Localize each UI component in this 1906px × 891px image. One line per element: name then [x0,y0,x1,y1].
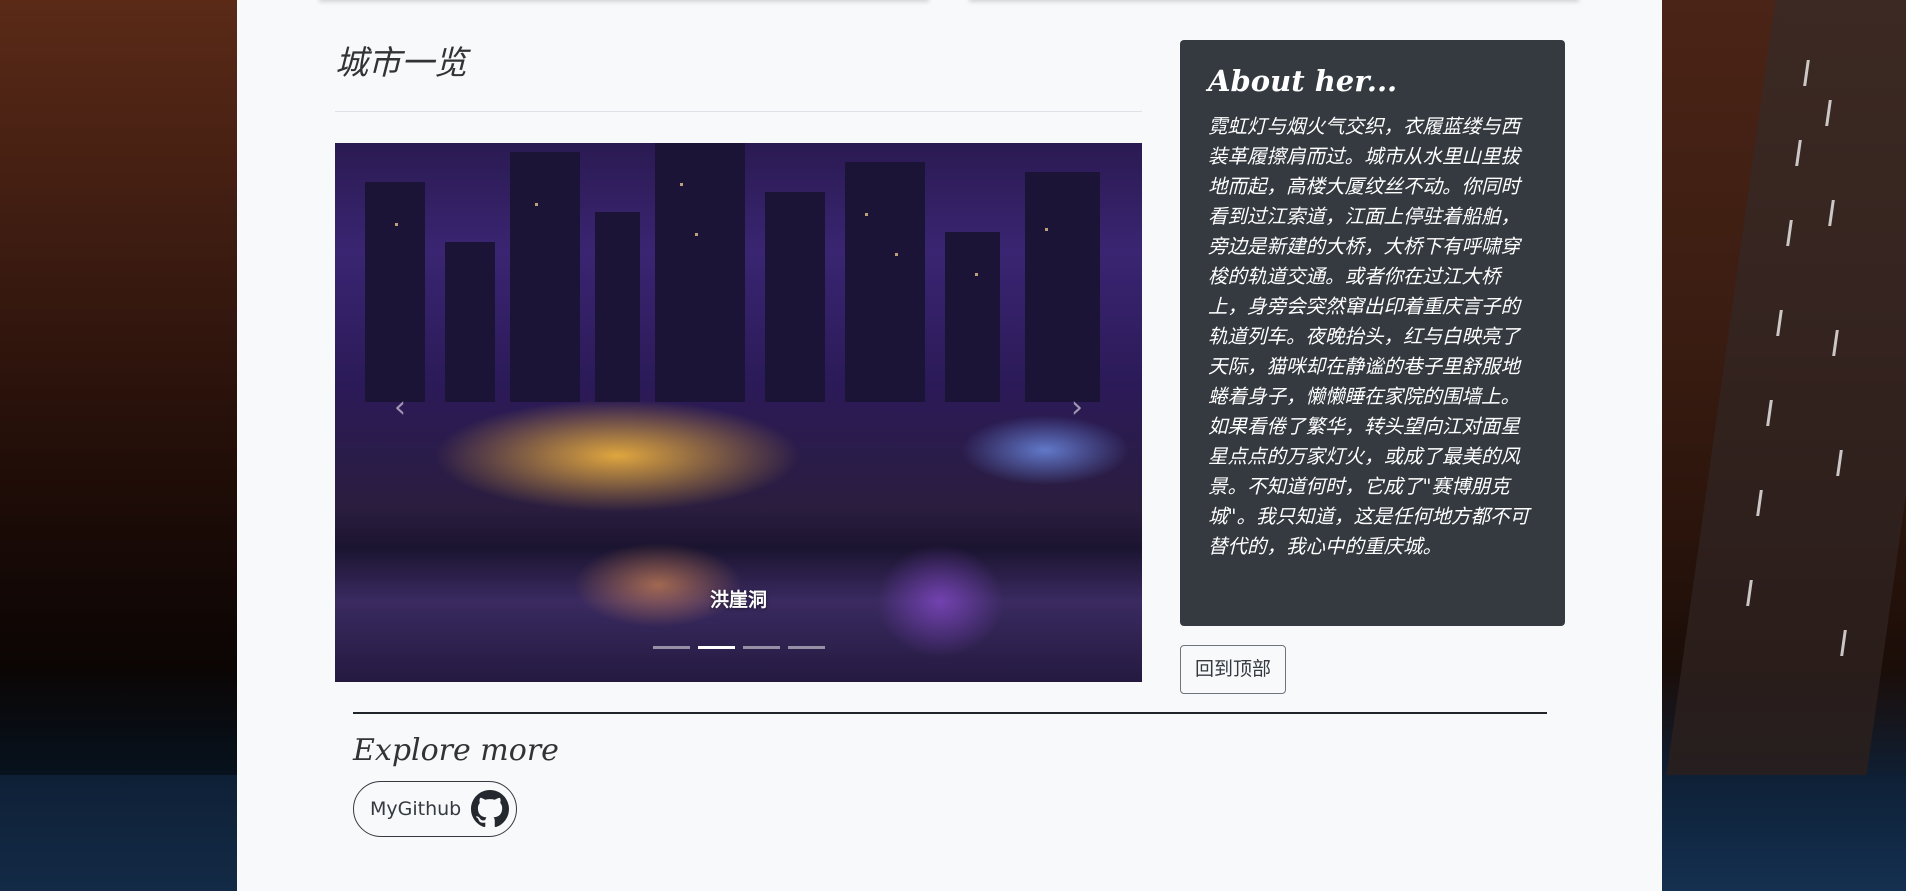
building-silhouette [365,182,425,402]
about-body: 霓虹灯与烟火气交织，衣履蓝缕与西装革履擦肩而过。城市从水里山里拔地而起，高楼大厦… [1208,114,1529,558]
window-light [1045,228,1048,231]
section-divider [353,712,1547,714]
building-silhouette [945,232,1000,402]
window-light [395,223,398,226]
background-right [1662,0,1906,891]
about-panel: About her... 霓虹灯与烟火气交织，衣履蓝缕与西装革履擦肩而过。城市从… [1180,40,1565,626]
divider [335,111,1142,112]
carousel-indicator[interactable] [787,646,825,649]
carousel-indicator[interactable] [742,646,780,649]
building-silhouette [510,152,580,402]
building-silhouette [1025,172,1100,402]
carousel-prev-button[interactable]: ‹ [385,393,415,423]
building-silhouette [845,162,925,402]
github-button-label: MyGithub [370,798,462,820]
page-title: 城市一览 [335,43,467,82]
window-light [680,183,683,186]
chevron-left-icon: ‹ [394,390,406,425]
building-silhouette [595,212,640,402]
image-carousel[interactable]: ‹ › 洪崖洞 [335,143,1142,682]
carousel-indicator[interactable] [652,646,690,649]
github-link-button[interactable]: MyGithub [353,781,517,837]
road-decoration [1665,0,1906,780]
building-silhouette [655,143,745,402]
carousel-indicator-active[interactable] [697,646,735,649]
main-container: 城市一览 ‹ › 洪崖洞 About her... 霓虹灯与烟火气交织，衣履蓝缕… [237,0,1662,891]
carousel-indicators [335,646,1142,649]
background-left [0,0,237,891]
chevron-right-icon: › [1071,390,1083,425]
about-title: About her... [1208,64,1398,98]
carousel-next-button[interactable]: › [1062,393,1092,423]
window-light [695,233,698,236]
window-light [865,213,868,216]
window-light [535,203,538,206]
building-silhouette [445,242,495,402]
window-light [895,253,898,256]
building-silhouette [765,192,825,402]
explore-title: Explore more [353,733,559,768]
carousel-caption: 洪崖洞 [709,589,767,611]
window-light [975,273,978,276]
github-icon [471,790,510,828]
back-to-top-button[interactable]: 回到顶部 [1180,645,1287,694]
